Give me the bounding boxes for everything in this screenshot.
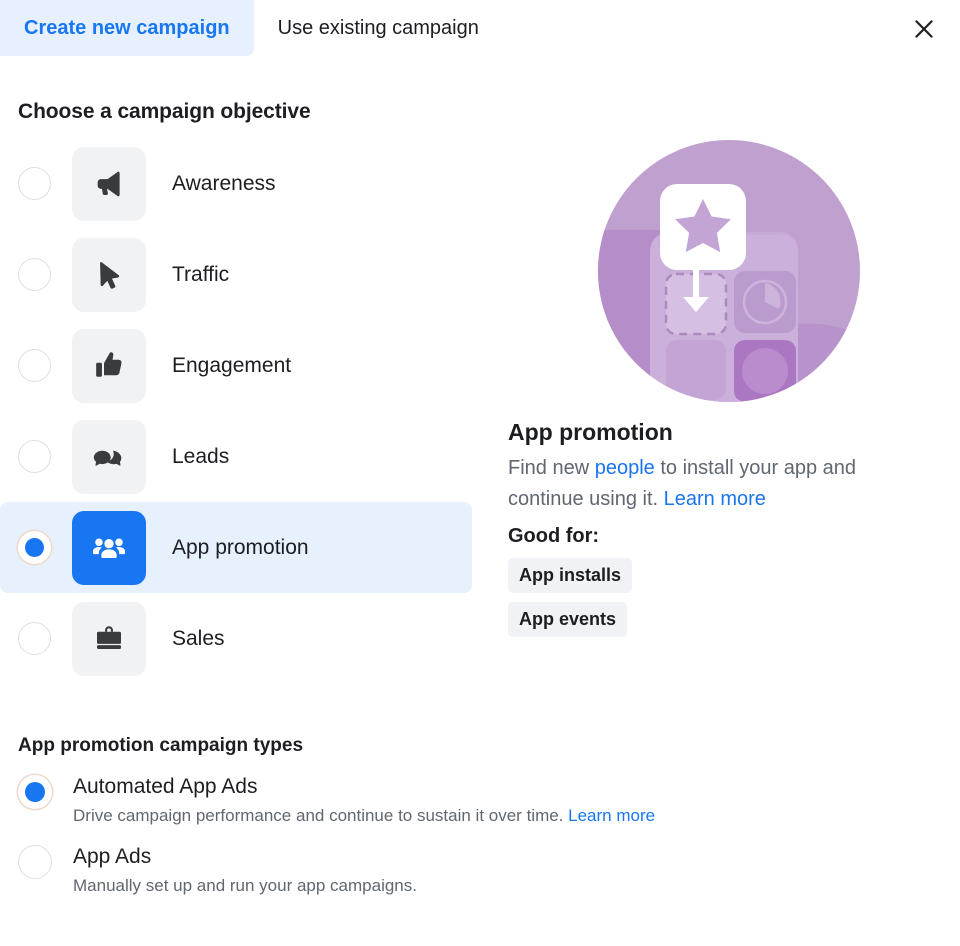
icon-tile-traffic	[72, 237, 146, 312]
detail-desc-part1: Find new	[508, 457, 595, 479]
campaign-type-automated-app-ads[interactable]: Automated App Ads Drive campaign perform…	[18, 774, 960, 827]
objective-label-awareness: Awareness	[172, 171, 276, 195]
app-promotion-illustration	[598, 140, 860, 402]
radio-app-promotion[interactable]	[18, 531, 51, 564]
radio-awareness[interactable]	[18, 167, 51, 200]
tab-use-existing-campaign[interactable]: Use existing campaign	[254, 0, 503, 56]
good-for-chip-list: App installs App events	[508, 558, 960, 646]
objective-row-app-promotion[interactable]: App promotion	[0, 502, 472, 593]
campaign-type-desc-text-1: Manually set up and run your app campaig…	[73, 876, 417, 895]
thumbs-up-icon	[93, 349, 126, 382]
close-button[interactable]	[904, 9, 944, 49]
radio-automated-app-ads[interactable]	[18, 775, 52, 809]
campaign-type-desc-automated-app-ads: Drive campaign performance and continue …	[73, 805, 655, 827]
icon-tile-engagement	[72, 328, 146, 403]
campaign-type-app-ads[interactable]: App Ads Manually set up and run your app…	[18, 844, 960, 897]
main-content: Awareness Traffic Engagement Leads App p…	[0, 138, 960, 684]
tab-bar: Create new campaign Use existing campaig…	[0, 0, 960, 56]
objective-row-leads[interactable]: Leads	[0, 411, 472, 502]
campaign-type-desc-app-ads: Manually set up and run your app campaig…	[73, 875, 417, 897]
campaign-type-desc-text-0: Drive campaign performance and continue …	[73, 806, 569, 825]
campaign-type-title-app-ads: App Ads	[73, 845, 152, 868]
detail-title: App promotion	[508, 419, 673, 445]
objective-label-app-promotion: App promotion	[172, 535, 309, 559]
campaign-types-section: App promotion campaign types Automated A…	[0, 735, 960, 897]
icon-tile-sales	[72, 601, 146, 676]
chat-bubbles-icon	[92, 440, 126, 474]
icon-tile-app-promotion	[72, 510, 146, 585]
people-link[interactable]: people	[595, 457, 655, 479]
radio-traffic[interactable]	[18, 258, 51, 291]
campaign-type-title-automated-app-ads: Automated App Ads	[73, 775, 258, 798]
objective-detail-panel: App promotion Find new people to install…	[472, 138, 960, 646]
objective-label-leads: Leads	[172, 444, 230, 468]
radio-sales[interactable]	[18, 622, 51, 655]
shopping-bag-icon	[93, 623, 125, 655]
good-for-label: Good for:	[508, 525, 600, 547]
icon-tile-leads	[72, 419, 146, 494]
radio-leads[interactable]	[18, 440, 51, 473]
objective-row-sales[interactable]: Sales	[0, 593, 472, 684]
objective-row-awareness[interactable]: Awareness	[0, 138, 472, 229]
detail-description: Find new people to install your app and …	[508, 453, 908, 515]
learn-more-link[interactable]: Learn more	[664, 488, 766, 510]
objective-list: Awareness Traffic Engagement Leads App p…	[0, 138, 472, 684]
radio-engagement[interactable]	[18, 349, 51, 382]
objective-row-traffic[interactable]: Traffic	[0, 229, 472, 320]
cursor-icon	[93, 259, 125, 291]
chip-app-events: App events	[508, 602, 628, 637]
objective-row-engagement[interactable]: Engagement	[0, 320, 472, 411]
radio-app-ads[interactable]	[18, 845, 52, 879]
close-icon	[911, 16, 937, 42]
people-icon	[91, 530, 127, 566]
page-title: Choose a campaign objective	[18, 100, 311, 123]
chip-app-installs: App installs	[508, 558, 633, 593]
objective-label-sales: Sales	[172, 626, 225, 650]
tab-create-new-campaign[interactable]: Create new campaign	[0, 0, 254, 56]
icon-tile-awareness	[72, 146, 146, 221]
objective-label-engagement: Engagement	[172, 353, 292, 377]
campaign-types-heading: App promotion campaign types	[18, 735, 304, 756]
learn-more-link-automated-app-ads[interactable]: Learn more	[568, 806, 655, 825]
objective-label-traffic: Traffic	[172, 262, 230, 286]
megaphone-icon	[92, 167, 126, 201]
